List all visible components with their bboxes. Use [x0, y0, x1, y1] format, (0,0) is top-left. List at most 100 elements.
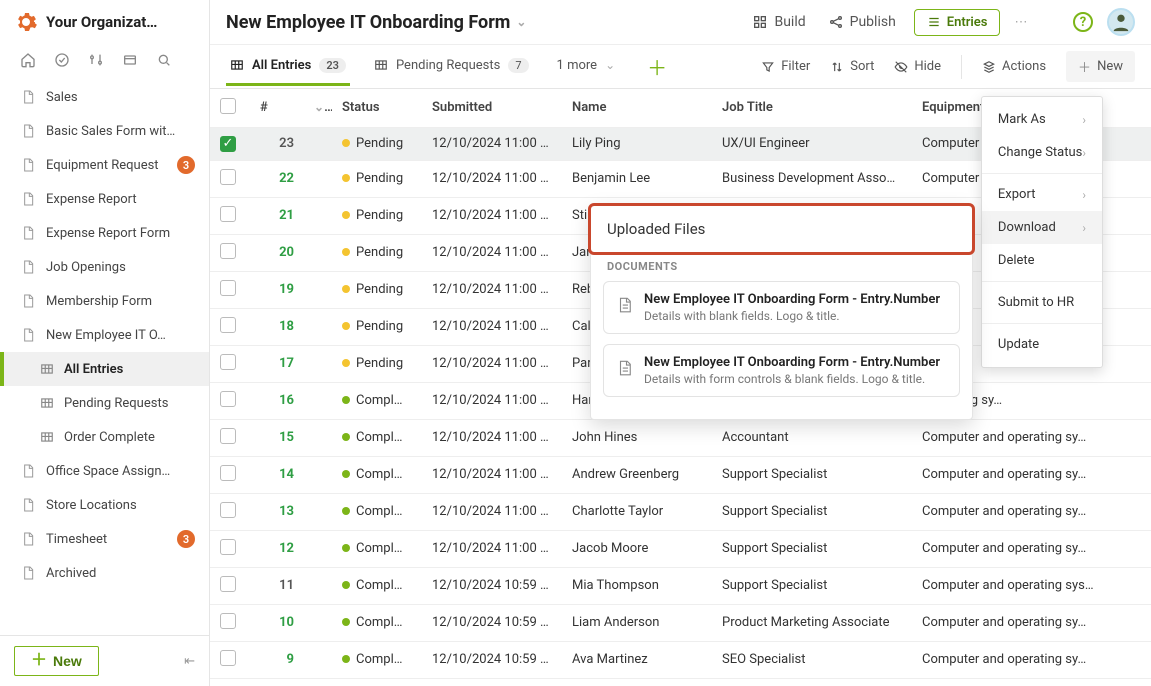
- view-tabs: All Entries 23 Pending Requests 7 1 more…: [210, 45, 1151, 89]
- document-option[interactable]: New Employee IT Onboarding Form - Entry.…: [603, 344, 960, 397]
- row-checkbox[interactable]: ✓: [220, 136, 236, 152]
- cell-submitted: 12/10/2024 10:59 …: [422, 604, 562, 641]
- menu-download[interactable]: Download›: [982, 211, 1102, 244]
- page-title[interactable]: New Employee IT Onboarding Form ⌄: [226, 12, 526, 33]
- home-icon[interactable]: [20, 52, 36, 72]
- sidebar-subitem[interactable]: Order Complete: [0, 420, 209, 454]
- new-record-button[interactable]: ＋New: [1066, 51, 1135, 82]
- sidebar-subitem[interactable]: All Entries: [0, 352, 209, 386]
- sidebar-item[interactable]: Equipment Request3: [0, 148, 209, 182]
- settings-icon[interactable]: [88, 52, 104, 72]
- row-checkbox[interactable]: [220, 317, 236, 333]
- row-checkbox[interactable]: [220, 539, 236, 555]
- avatar[interactable]: [1107, 8, 1135, 36]
- col-name[interactable]: Name: [562, 89, 712, 127]
- cell-name: John Hines: [562, 419, 712, 456]
- sidebar-item-label: Job Openings: [46, 260, 195, 275]
- sidebar-item[interactable]: Job Openings: [0, 250, 209, 284]
- sidebar-item[interactable]: New Employee IT O…: [0, 318, 209, 352]
- tab-count: 7: [508, 58, 528, 73]
- tab-more[interactable]: 1 more ⌄: [553, 48, 620, 86]
- chevron-right-icon: ›: [1082, 221, 1086, 235]
- document-option[interactable]: New Employee IT Onboarding Form - Entry.…: [603, 281, 960, 334]
- hide-icon: [894, 60, 908, 74]
- document-icon: [20, 531, 36, 547]
- cell-number: 20: [250, 234, 304, 271]
- menu-change-status[interactable]: Change Status›: [982, 136, 1102, 169]
- sidebar-item[interactable]: Timesheet3: [0, 522, 209, 556]
- sidebar-item[interactable]: Expense Report: [0, 182, 209, 216]
- cell-submitted: 12/10/2024 11:00 A…: [422, 271, 562, 308]
- add-view-icon[interactable]: ＋: [647, 52, 667, 81]
- build-button[interactable]: Build: [748, 10, 809, 34]
- document-icon: [20, 463, 36, 479]
- tab-all-entries[interactable]: All Entries 23: [226, 48, 350, 86]
- col-job[interactable]: Job Title: [712, 89, 912, 127]
- row-checkbox[interactable]: [220, 280, 236, 296]
- row-checkbox[interactable]: [220, 354, 236, 370]
- sidebar-subitem[interactable]: Pending Requests: [0, 386, 209, 420]
- row-checkbox[interactable]: [220, 243, 236, 259]
- sidebar-item[interactable]: Store Locations: [0, 488, 209, 522]
- search-icon[interactable]: [156, 52, 172, 72]
- card-icon[interactable]: [122, 52, 138, 72]
- filter-button[interactable]: Filter: [761, 59, 810, 74]
- sidebar-item[interactable]: Basic Sales Form wit…: [0, 114, 209, 148]
- table-row[interactable]: 9Compl…12/10/2024 10:59 …Ava MartinezSEO…: [210, 641, 1151, 678]
- more-icon[interactable]: ⋯: [1014, 15, 1029, 30]
- help-icon[interactable]: ?: [1073, 12, 1093, 32]
- sidebar-item-label: Order Complete: [64, 430, 195, 445]
- sidebar-item-label: Membership Form: [46, 294, 195, 309]
- entries-button[interactable]: Entries: [914, 9, 1001, 36]
- check-circle-icon[interactable]: [54, 52, 70, 72]
- row-checkbox[interactable]: [220, 576, 236, 592]
- actions-button[interactable]: Actions: [982, 59, 1046, 74]
- sidebar-item[interactable]: Sales: [0, 80, 209, 114]
- table-row[interactable]: 10Compl…12/10/2024 10:59 …Liam AndersonP…: [210, 604, 1151, 641]
- cell-status: Compl…: [332, 604, 422, 641]
- badge: 3: [177, 156, 195, 174]
- menu-update[interactable]: Update: [982, 328, 1102, 361]
- cell-job: Support Specialist: [712, 567, 912, 604]
- select-all-checkbox[interactable]: [220, 98, 236, 114]
- hide-button[interactable]: Hide: [894, 59, 941, 74]
- cell-submitted: 12/10/2024 11:00 A…: [422, 382, 562, 419]
- table-row[interactable]: 15Compl…12/10/2024 11:00 A…John HinesAcc…: [210, 419, 1151, 456]
- col-status[interactable]: Status: [332, 89, 422, 127]
- menu-mark-as[interactable]: Mark As›: [982, 103, 1102, 136]
- publish-button[interactable]: Publish: [824, 10, 900, 34]
- table-row[interactable]: 11Compl…12/10/2024 10:59 …Mia ThompsonSu…: [210, 567, 1151, 604]
- tab-pending[interactable]: Pending Requests 7: [370, 48, 533, 86]
- sidebar-item[interactable]: Archived: [0, 556, 209, 590]
- badge: 3: [177, 530, 195, 548]
- menu-delete[interactable]: Delete: [982, 244, 1102, 277]
- cell-number: 9: [250, 641, 304, 678]
- sidebar-item[interactable]: Expense Report Form: [0, 216, 209, 250]
- table-row[interactable]: 12Compl…12/10/2024 11:00 A…Jacob MooreSu…: [210, 530, 1151, 567]
- row-checkbox[interactable]: [220, 206, 236, 222]
- row-checkbox[interactable]: [220, 465, 236, 481]
- col-number[interactable]: #: [250, 89, 304, 127]
- table-row[interactable]: 13Compl…12/10/2024 11:00 A…Charlotte Tay…: [210, 493, 1151, 530]
- row-checkbox[interactable]: [220, 502, 236, 518]
- sort-button[interactable]: Sort: [830, 59, 874, 74]
- col-submitted[interactable]: Submitted: [422, 89, 562, 127]
- org-header[interactable]: Your Organizat…: [0, 0, 209, 44]
- row-checkbox[interactable]: [220, 613, 236, 629]
- row-checkbox[interactable]: [220, 428, 236, 444]
- table-row[interactable]: 14Compl…12/10/2024 11:00 A…Andrew Greenb…: [210, 456, 1151, 493]
- menu-export[interactable]: Export›: [982, 178, 1102, 211]
- menu-submit-hr[interactable]: Submit to HR: [982, 286, 1102, 319]
- cell-equipment: Computer and operating sy…: [912, 419, 1151, 456]
- row-checkbox[interactable]: [220, 391, 236, 407]
- row-checkbox[interactable]: [220, 169, 236, 185]
- row-checkbox[interactable]: [220, 650, 236, 666]
- cell-number: 21: [250, 197, 304, 234]
- table-row[interactable]: 8Compl…12/10/2024 10:59 …Olivia BennettW…: [210, 678, 1151, 686]
- cell-number: 15: [250, 419, 304, 456]
- collapse-icon[interactable]: ⇤: [184, 654, 195, 669]
- chevron-down-icon[interactable]: ⌄: [314, 100, 332, 115]
- sidebar-item[interactable]: Office Space Assign…: [0, 454, 209, 488]
- new-button[interactable]: ＋New: [14, 646, 99, 676]
- sidebar-item[interactable]: Membership Form: [0, 284, 209, 318]
